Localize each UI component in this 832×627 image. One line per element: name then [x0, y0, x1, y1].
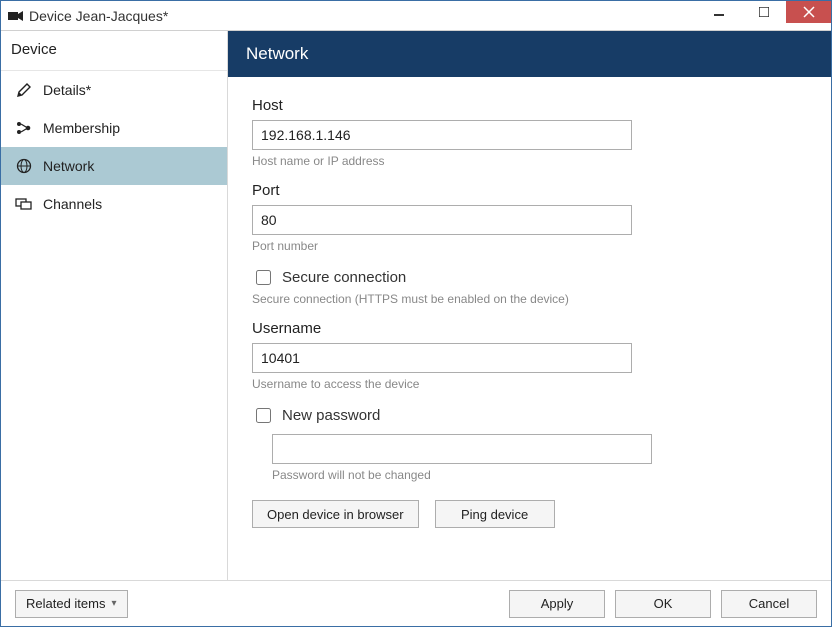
sidebar-item-membership[interactable]: Membership	[1, 109, 227, 147]
nodes-icon	[15, 119, 33, 137]
cancel-button[interactable]: Cancel	[721, 590, 817, 618]
username-label: Username	[252, 320, 807, 337]
related-items-button[interactable]: Related items ▾	[15, 590, 128, 618]
username-field: Username Username to access the device	[252, 320, 807, 391]
host-field: Host Host name or IP address	[252, 97, 807, 168]
related-items-label: Related items	[26, 596, 105, 611]
secure-help: Secure connection (HTTPS must be enabled…	[252, 292, 807, 306]
minimize-button[interactable]	[696, 1, 741, 23]
secure-field: Secure connection Secure connection (HTT…	[252, 267, 807, 306]
ok-button[interactable]: OK	[615, 590, 711, 618]
secure-label: Secure connection	[282, 269, 406, 286]
sidebar-item-label: Membership	[43, 120, 120, 136]
host-label: Host	[252, 97, 807, 114]
form-area: Host Host name or IP address Port Port n…	[228, 77, 831, 580]
newpass-help: Password will not be changed	[272, 468, 807, 482]
newpass-checkbox[interactable]	[256, 408, 271, 423]
secure-checkbox[interactable]	[256, 270, 271, 285]
newpass-label: New password	[282, 407, 380, 424]
window-title: Device Jean-Jacques*	[29, 8, 696, 24]
maximize-button[interactable]	[741, 1, 786, 23]
sidebar-item-label: Network	[43, 158, 94, 174]
titlebar: Device Jean-Jacques*	[1, 1, 831, 31]
port-label: Port	[252, 182, 807, 199]
camera-icon	[7, 10, 25, 22]
username-input[interactable]	[252, 343, 632, 373]
panel-title: Network	[228, 31, 831, 77]
device-window: Device Jean-Jacques* Device Details*	[0, 0, 832, 627]
window-controls	[696, 1, 831, 30]
ping-button[interactable]: Ping device	[435, 500, 555, 528]
globe-icon	[15, 157, 33, 175]
sidebar-item-label: Details*	[43, 82, 91, 98]
action-row: Open device in browser Ping device	[252, 500, 807, 528]
sidebar-item-label: Channels	[43, 196, 102, 212]
open-browser-button[interactable]: Open device in browser	[252, 500, 419, 528]
chevron-down-icon: ▾	[111, 598, 116, 609]
port-input[interactable]	[252, 205, 632, 235]
newpass-input[interactable]	[272, 434, 652, 464]
sidebar-item-channels[interactable]: Channels	[1, 185, 227, 223]
body: Device Details* Membership Network	[1, 31, 831, 580]
username-help: Username to access the device	[252, 377, 807, 391]
sidebar-item-details[interactable]: Details*	[1, 71, 227, 109]
newpass-field: New password Password will not be change…	[252, 405, 807, 482]
main-panel: Network Host Host name or IP address Por…	[228, 31, 831, 580]
pencil-icon	[15, 81, 33, 99]
sidebar-item-network[interactable]: Network	[1, 147, 227, 185]
port-field: Port Port number	[252, 182, 807, 253]
sidebar-header: Device	[1, 31, 227, 71]
apply-button[interactable]: Apply	[509, 590, 605, 618]
footer: Related items ▾ Apply OK Cancel	[1, 580, 831, 626]
host-help: Host name or IP address	[252, 154, 807, 168]
port-help: Port number	[252, 239, 807, 253]
close-button[interactable]	[786, 1, 831, 23]
sidebar: Device Details* Membership Network	[1, 31, 228, 580]
host-input[interactable]	[252, 120, 632, 150]
monitors-icon	[15, 195, 33, 213]
